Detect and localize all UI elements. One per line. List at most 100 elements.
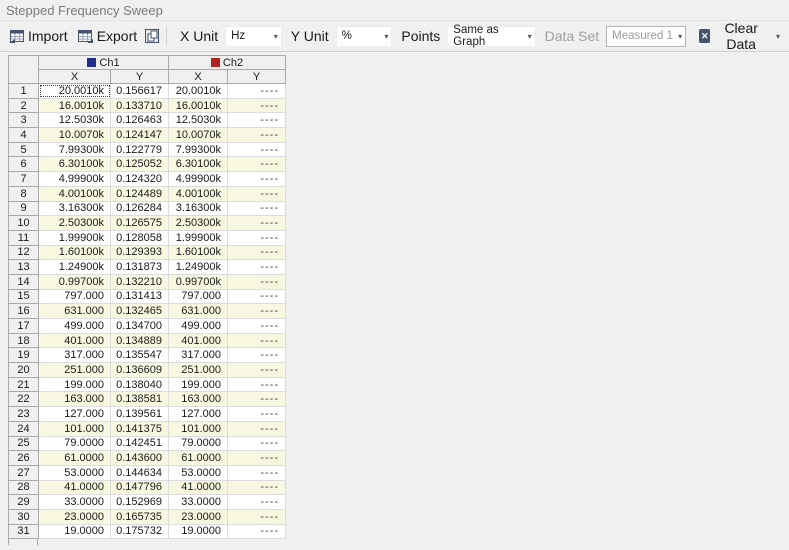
cell-ch2-x[interactable]: 251.000 — [169, 363, 228, 378]
cell-ch1-x[interactable]: 16.0010k — [39, 98, 111, 113]
x-unit-select[interactable]: Hz ▾ — [225, 26, 282, 47]
cell-ch1-x[interactable]: 10.0070k — [39, 128, 111, 143]
copy-button[interactable] — [142, 26, 162, 46]
cell-ch1-x[interactable]: 1.60100k — [39, 245, 111, 260]
cell-ch2-y[interactable]: ---- — [228, 260, 286, 275]
row-number[interactable]: 15 — [9, 289, 39, 304]
cell-ch1-x[interactable]: 2.50300k — [39, 216, 111, 231]
cell-ch2-y[interactable]: ---- — [228, 304, 286, 319]
cell-ch1-x[interactable]: 317.000 — [39, 348, 111, 363]
import-button[interactable]: Import — [4, 25, 73, 47]
cell-ch2-x[interactable]: 631.000 — [169, 304, 228, 319]
row-number[interactable]: 23 — [9, 407, 39, 422]
row-number[interactable]: 21 — [9, 377, 39, 392]
cell-ch2-y[interactable]: ---- — [228, 333, 286, 348]
y-unit-select[interactable]: % ▾ — [336, 26, 393, 47]
cell-ch1-y[interactable]: 0.131413 — [111, 289, 169, 304]
row-number[interactable]: 20 — [9, 363, 39, 378]
cell-ch2-y[interactable]: ---- — [228, 201, 286, 216]
cell-ch2-y[interactable]: ---- — [228, 524, 286, 539]
cell-ch2-x[interactable]: 33.0000 — [169, 495, 228, 510]
row-number[interactable]: 6 — [9, 157, 39, 172]
row-number[interactable]: 5 — [9, 142, 39, 157]
cell-ch2-x[interactable]: 199.000 — [169, 377, 228, 392]
cell-ch1-y[interactable]: 0.135547 — [111, 348, 169, 363]
cell-ch2-x[interactable]: 2.50300k — [169, 216, 228, 231]
cell-ch1-x[interactable]: 1.99900k — [39, 230, 111, 245]
cell-ch1-x[interactable]: 41.0000 — [39, 480, 111, 495]
cell-ch1-y[interactable]: 0.133710 — [111, 98, 169, 113]
cell-ch2-x[interactable]: 4.99900k — [169, 172, 228, 187]
cell-ch1-x[interactable]: 4.00100k — [39, 186, 111, 201]
cell-ch2-y[interactable]: ---- — [228, 142, 286, 157]
export-button[interactable]: Export — [73, 25, 142, 47]
cell-ch1-y[interactable]: 0.129393 — [111, 245, 169, 260]
cell-ch2-x[interactable]: 1.99900k — [169, 230, 228, 245]
cell-ch1-x[interactable]: 631.000 — [39, 304, 111, 319]
cell-ch2-x[interactable]: 16.0010k — [169, 98, 228, 113]
cell-ch1-x[interactable]: 7.99300k — [39, 142, 111, 157]
cell-ch2-y[interactable]: ---- — [228, 274, 286, 289]
cell-ch1-x[interactable]: 163.000 — [39, 392, 111, 407]
cell-ch1-y[interactable]: 0.138040 — [111, 377, 169, 392]
cell-ch2-y[interactable]: ---- — [228, 157, 286, 172]
cell-ch1-y[interactable]: 0.134700 — [111, 319, 169, 334]
cell-ch2-y[interactable]: ---- — [228, 216, 286, 231]
cell-ch1-x[interactable]: 23.0000 — [39, 509, 111, 524]
cell-ch1-y[interactable]: 0.165735 — [111, 509, 169, 524]
row-number[interactable]: 10 — [9, 216, 39, 231]
cell-ch1-y[interactable]: 0.122779 — [111, 142, 169, 157]
row-number[interactable]: 22 — [9, 392, 39, 407]
row-number[interactable]: 28 — [9, 480, 39, 495]
cell-ch1-x[interactable]: 12.5030k — [39, 113, 111, 128]
cell-ch2-x[interactable]: 101.000 — [169, 421, 228, 436]
row-number[interactable]: 14 — [9, 274, 39, 289]
cell-ch2-x[interactable]: 163.000 — [169, 392, 228, 407]
cell-ch2-y[interactable]: ---- — [228, 348, 286, 363]
cell-ch1-y[interactable]: 0.152969 — [111, 495, 169, 510]
cell-ch1-x[interactable]: 0.99700k — [39, 274, 111, 289]
cell-ch2-y[interactable]: ---- — [228, 186, 286, 201]
cell-ch1-x[interactable]: 1.24900k — [39, 260, 111, 275]
cell-ch1-y[interactable]: 0.126284 — [111, 201, 169, 216]
cell-ch2-y[interactable]: ---- — [228, 392, 286, 407]
cell-ch2-x[interactable]: 1.24900k — [169, 260, 228, 275]
cell-ch2-y[interactable]: ---- — [228, 84, 286, 99]
row-number[interactable]: 18 — [9, 333, 39, 348]
cell-ch2-y[interactable]: ---- — [228, 113, 286, 128]
cell-ch1-y[interactable]: 0.125052 — [111, 157, 169, 172]
cell-ch2-y[interactable]: ---- — [228, 377, 286, 392]
cell-ch1-x[interactable]: 401.000 — [39, 333, 111, 348]
row-number[interactable]: 29 — [9, 495, 39, 510]
cell-ch1-x[interactable]: 53.0000 — [39, 465, 111, 480]
cell-ch2-y[interactable]: ---- — [228, 407, 286, 422]
cell-ch2-y[interactable]: ---- — [228, 465, 286, 480]
row-number[interactable]: 11 — [9, 230, 39, 245]
cell-ch2-y[interactable]: ---- — [228, 319, 286, 334]
cell-ch1-y[interactable]: 0.143600 — [111, 451, 169, 466]
cell-ch1-x[interactable]: 19.0000 — [39, 524, 111, 539]
cell-ch2-x[interactable]: 23.0000 — [169, 509, 228, 524]
cell-ch2-x[interactable]: 401.000 — [169, 333, 228, 348]
cell-ch1-y[interactable]: 0.126575 — [111, 216, 169, 231]
cell-ch1-y[interactable]: 0.144634 — [111, 465, 169, 480]
cell-ch1-y[interactable]: 0.132210 — [111, 274, 169, 289]
cell-ch2-x[interactable]: 6.30100k — [169, 157, 228, 172]
cell-ch2-x[interactable]: 12.5030k — [169, 113, 228, 128]
cell-ch1-x[interactable]: 20.0010k — [39, 84, 111, 99]
cell-ch2-y[interactable]: ---- — [228, 289, 286, 304]
cell-ch2-x[interactable]: 1.60100k — [169, 245, 228, 260]
row-number[interactable]: 17 — [9, 319, 39, 334]
cell-ch1-y[interactable]: 0.134889 — [111, 333, 169, 348]
row-number[interactable]: 13 — [9, 260, 39, 275]
cell-ch2-x[interactable]: 41.0000 — [169, 480, 228, 495]
cell-ch2-y[interactable]: ---- — [228, 363, 286, 378]
cell-ch2-x[interactable]: 4.00100k — [169, 186, 228, 201]
cell-ch1-y[interactable]: 0.124320 — [111, 172, 169, 187]
cell-ch2-x[interactable]: 61.0000 — [169, 451, 228, 466]
cell-ch1-y[interactable]: 0.132465 — [111, 304, 169, 319]
cell-ch2-x[interactable]: 0.99700k — [169, 274, 228, 289]
row-number[interactable]: 31 — [9, 524, 39, 539]
cell-ch1-x[interactable]: 499.000 — [39, 319, 111, 334]
cell-ch1-y[interactable]: 0.141375 — [111, 421, 169, 436]
